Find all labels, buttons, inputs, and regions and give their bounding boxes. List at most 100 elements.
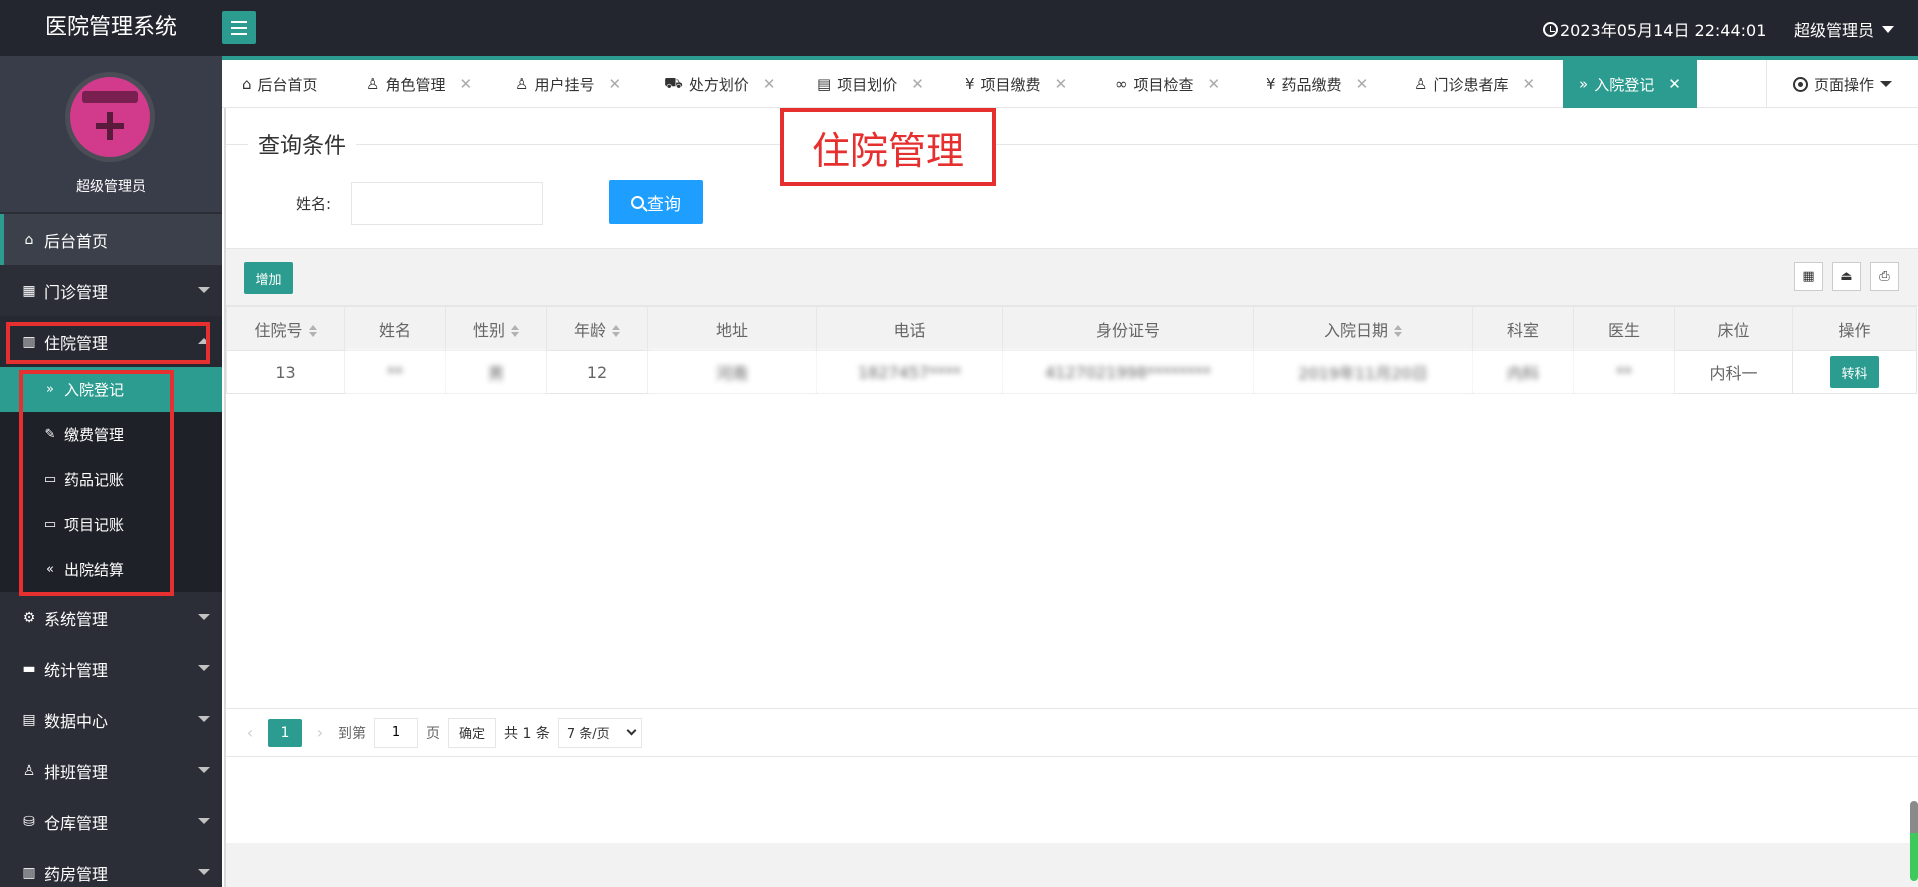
edit-icon: ✎ (44, 427, 56, 442)
tab-project-payment[interactable]: ¥ 项目缴费 ✕ (965, 60, 1067, 108)
sidebar-item-home[interactable]: ⌂ 后台首页 (0, 214, 222, 265)
gear-icon: ⚙ (22, 609, 36, 626)
top-header: 医院管理系统 2023年05月14日 22:44:01 超级管理员 (0, 0, 1918, 56)
goto-page-input[interactable] (374, 717, 418, 748)
search-button[interactable]: 查询 (609, 180, 703, 224)
column-header[interactable]: 住院号 (226, 306, 345, 351)
column-header: 身份证号 (1002, 306, 1254, 351)
prev-page-icon[interactable]: ‹ (240, 723, 260, 742)
pagination: ‹ 1 › 到第 页 确定 共 1 条 7 条/页 (226, 708, 1918, 757)
sidebar-item-scheduling[interactable]: ♙ 排班管理 (0, 745, 222, 796)
sidebar-subitem-discharge[interactable]: « 出院结算 (0, 547, 222, 592)
user-icon: ♙ (1414, 75, 1428, 93)
close-icon[interactable]: ✕ (1668, 75, 1681, 93)
cell-gender: 男 (445, 350, 547, 394)
cell-name: ** (344, 350, 446, 394)
document-icon: ▤ (817, 75, 832, 93)
tab-admission[interactable]: » 入院登记 ✕ (1563, 60, 1697, 108)
tab-project-pricing[interactable]: ▤ 项目划价 ✕ (817, 60, 924, 108)
close-icon[interactable]: ✕ (1356, 75, 1369, 93)
close-icon[interactable]: ✕ (763, 75, 776, 93)
pharmacy-icon: ▥ (22, 864, 36, 881)
double-chevron-icon: » (46, 382, 54, 397)
inpatient-table: 住院号 姓名 性别 年龄 地址 电话 身份证号 入院日期 科室 医生 床位 操作… (226, 306, 1917, 394)
sidebar-subitem-admission[interactable]: » 入院登记 (0, 367, 222, 412)
sidebar-item-label: 系统管理 (44, 609, 109, 629)
next-page-icon[interactable]: › (310, 723, 330, 742)
tab-prescription-pricing[interactable]: ⛟ 处方划价 ✕ (664, 60, 775, 108)
page-operations-dropdown[interactable]: 页面操作 (1766, 60, 1918, 108)
link-icon: ∞ (1115, 75, 1128, 93)
close-icon[interactable]: ✕ (1055, 75, 1068, 93)
caret-down-icon (1880, 81, 1892, 87)
tab-label: 入院登记 (1594, 75, 1655, 94)
user-menu[interactable]: 超级管理员 (1794, 17, 1895, 41)
chevron-down-icon (198, 767, 210, 773)
add-button[interactable]: 增加 (244, 262, 293, 294)
sidebar: 超级管理员 ⌂ 后台首页 ▦ 门诊管理 ▥ 住院管理 » 入院登记 ✎ 缴费管理 (0, 56, 222, 887)
cell-action: 转科 (1792, 350, 1917, 394)
column-header: 地址 (647, 306, 817, 351)
tab-role-management[interactable]: ♙ 角色管理 ✕ (366, 60, 472, 108)
grid-icon: ▦ (22, 282, 36, 299)
columns-filter-icon[interactable]: ▦ (1794, 262, 1823, 291)
sidebar-item-label: 药房管理 (44, 864, 109, 884)
sidebar-item-label: 仓库管理 (44, 813, 109, 833)
name-input[interactable] (351, 182, 543, 225)
column-header[interactable]: 年龄 (546, 306, 648, 351)
cell-age: 12 (546, 350, 648, 394)
document-icon: ▤ (22, 711, 36, 728)
column-header: 电话 (816, 306, 1003, 351)
column-header: 科室 (1472, 306, 1574, 351)
close-icon[interactable]: ✕ (1522, 75, 1535, 93)
user-icon: ♙ (22, 762, 36, 779)
sidebar-item-warehouse[interactable]: ⛁ 仓库管理 (0, 796, 222, 847)
close-icon[interactable]: ✕ (608, 75, 621, 93)
tab-home[interactable]: ⌂ 后台首页 (242, 60, 318, 108)
table-toolbar: 增加 ▦ ⏏ ⎙ (226, 248, 1918, 306)
close-icon[interactable]: ✕ (459, 75, 472, 93)
chevron-down-icon (198, 869, 210, 875)
sidebar-item-inpatient[interactable]: ▥ 住院管理 (0, 316, 222, 367)
page-size-select[interactable]: 7 条/页 (557, 717, 642, 748)
tab-registration[interactable]: ♙ 用户挂号 ✕ (515, 60, 621, 108)
sidebar-item-pharmacy[interactable]: ▥ 药房管理 (0, 847, 222, 887)
total-count: 共 1 条 (504, 725, 550, 742)
column-header[interactable]: 入院日期 (1253, 306, 1473, 351)
sidebar-item-label: 后台首页 (44, 231, 109, 251)
sidebar-subitem-drug-billing[interactable]: ▭ 药品记账 (0, 457, 222, 502)
close-icon[interactable]: ✕ (1208, 75, 1221, 93)
chevron-down-icon (198, 665, 210, 671)
tab-project-check[interactable]: ∞ 项目检查 ✕ (1115, 60, 1220, 108)
sidebar-item-system[interactable]: ⚙ 系统管理 (0, 592, 222, 643)
sidebar-item-data-center[interactable]: ▤ 数据中心 (0, 694, 222, 745)
sidebar-subitem-payment[interactable]: ✎ 缴费管理 (0, 412, 222, 457)
sidebar-item-label: 排班管理 (44, 762, 109, 782)
export-icon[interactable]: ⏏ (1832, 262, 1861, 291)
menu-toggle-button[interactable] (222, 11, 256, 44)
page-operations-label: 页面操作 (1813, 75, 1874, 94)
tab-label: 用户挂号 (534, 75, 595, 94)
print-icon[interactable]: ⎙ (1870, 262, 1899, 291)
current-page[interactable]: 1 (268, 718, 302, 747)
user-name: 超级管理员 (1794, 21, 1875, 40)
transfer-button[interactable]: 转科 (1830, 356, 1879, 388)
book-icon: ▭ (43, 517, 57, 532)
building-icon: ▥ (22, 333, 36, 350)
sidebar-subitem-project-billing[interactable]: ▭ 项目记账 (0, 502, 222, 547)
sidebar-item-statistics[interactable]: ▬ 统计管理 (0, 643, 222, 694)
sidebar-item-outpatient[interactable]: ▦ 门诊管理 (0, 265, 222, 316)
tab-label: 门诊患者库 (1433, 75, 1509, 94)
cell-address: 河南 (647, 350, 817, 394)
query-legend: 查询条件 (248, 128, 357, 160)
column-header[interactable]: 性别 (445, 306, 547, 351)
chevron-down-icon (198, 716, 210, 722)
scrollbar-thumb[interactable] (1910, 801, 1918, 881)
tab-drug-payment[interactable]: ¥ 药品缴费 ✕ (1266, 60, 1368, 108)
cell-phone: 1827457**** (816, 350, 1003, 394)
datetime-display: 2023年05月14日 22:44:01 (1543, 17, 1766, 41)
goto-confirm-button[interactable]: 确定 (448, 717, 497, 748)
tab-outpatient-records[interactable]: ♙ 门诊患者库 ✕ (1414, 60, 1535, 108)
close-icon[interactable]: ✕ (911, 75, 924, 93)
sort-icon (511, 325, 519, 337)
